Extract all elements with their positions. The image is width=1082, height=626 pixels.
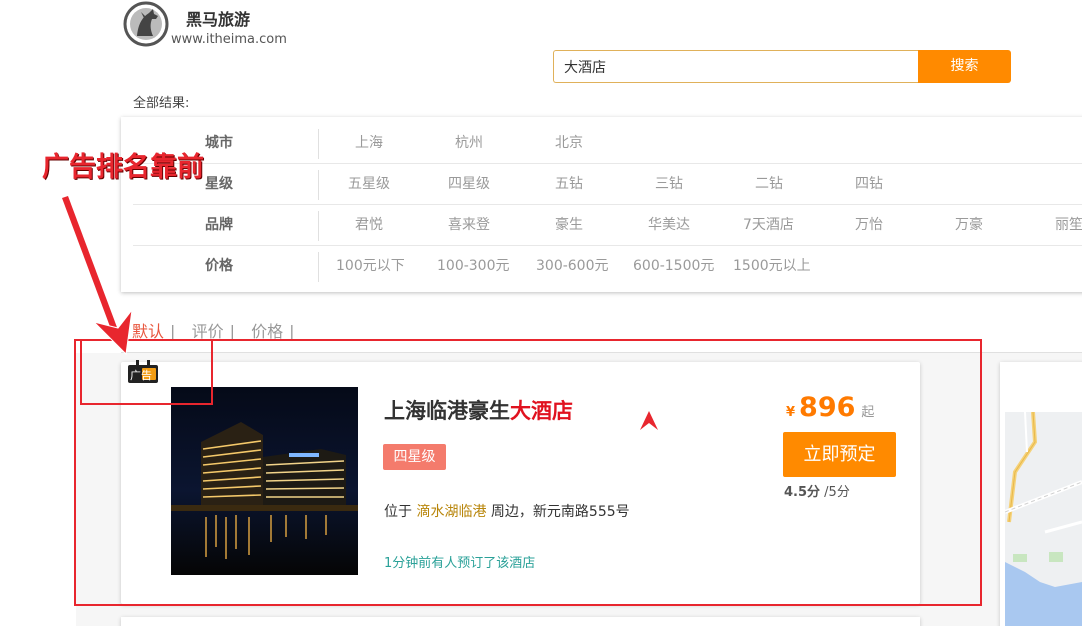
filter-option[interactable]: 华美达 xyxy=(648,205,690,246)
filter-option[interactable]: 万豪 xyxy=(955,205,983,246)
filter-label-brand: 品牌 xyxy=(205,217,233,233)
brand-url: www.itheima.com xyxy=(171,32,287,47)
filter-option[interactable]: 五星级 xyxy=(348,164,390,205)
filter-label-star: 星级 xyxy=(205,176,233,192)
filter-divider xyxy=(318,252,319,282)
filter-option[interactable]: 四星级 xyxy=(448,164,490,205)
filter-option[interactable]: 北京 xyxy=(555,123,583,164)
filter-row-brand: 品牌 君悦 喜来登 豪生 华美达 7天酒店 万怡 万豪 丽笙 xyxy=(133,205,1082,246)
filter-option[interactable]: 杭州 xyxy=(455,123,483,164)
filter-option[interactable]: 五钻 xyxy=(555,164,583,205)
filter-option[interactable]: 万怡 xyxy=(855,205,883,246)
filter-option[interactable]: 7天酒店 xyxy=(743,205,794,246)
filter-option[interactable]: 300-600元 xyxy=(536,246,609,287)
filter-row-city: 城市 上海 杭州 北京 xyxy=(133,123,1082,164)
filter-divider xyxy=(318,129,319,159)
filter-panel: 城市 上海 杭州 北京 星级 五星级 四星级 五钻 三钻 二钻 四钻 品牌 君悦… xyxy=(121,117,1082,292)
filter-option[interactable]: 上海 xyxy=(355,123,383,164)
filter-divider xyxy=(318,170,319,200)
filter-option[interactable]: 600-1500元 xyxy=(633,246,714,287)
results-label: 全部结果: xyxy=(133,96,190,111)
search-input[interactable] xyxy=(553,50,919,83)
brand-name: 黑马旅游 xyxy=(186,10,251,29)
filter-label-city: 城市 xyxy=(205,135,233,151)
filter-option[interactable]: 喜来登 xyxy=(448,205,490,246)
filter-row-price: 价格 100元以下 100-300元 300-600元 600-1500元 15… xyxy=(133,246,1082,287)
map-view[interactable] xyxy=(1005,412,1082,626)
filter-option[interactable]: 100-300元 xyxy=(437,246,510,287)
filter-option[interactable]: 君悦 xyxy=(355,205,383,246)
horse-logo-icon xyxy=(123,1,169,47)
hotel-card-next[interactable] xyxy=(121,617,920,626)
filter-row-star: 星级 五星级 四星级 五钻 三钻 二钻 四钻 xyxy=(133,164,1082,205)
filter-option[interactable]: 1500元以上 xyxy=(733,246,811,287)
filter-option[interactable]: 四钻 xyxy=(855,164,883,205)
filter-option[interactable]: 100元以下 xyxy=(336,246,405,287)
filter-divider xyxy=(318,211,319,241)
filter-option[interactable]: 丽笙 xyxy=(1055,205,1082,246)
search-button[interactable]: 搜索 xyxy=(918,50,1011,83)
filter-option[interactable]: 豪生 xyxy=(555,205,583,246)
annotation-ad-box xyxy=(80,339,213,405)
filter-option[interactable]: 三钻 xyxy=(655,164,683,205)
filter-label-price: 价格 xyxy=(205,258,233,274)
filter-option[interactable]: 二钻 xyxy=(755,164,783,205)
annotation-label: 广告排名靠前 xyxy=(42,152,204,183)
